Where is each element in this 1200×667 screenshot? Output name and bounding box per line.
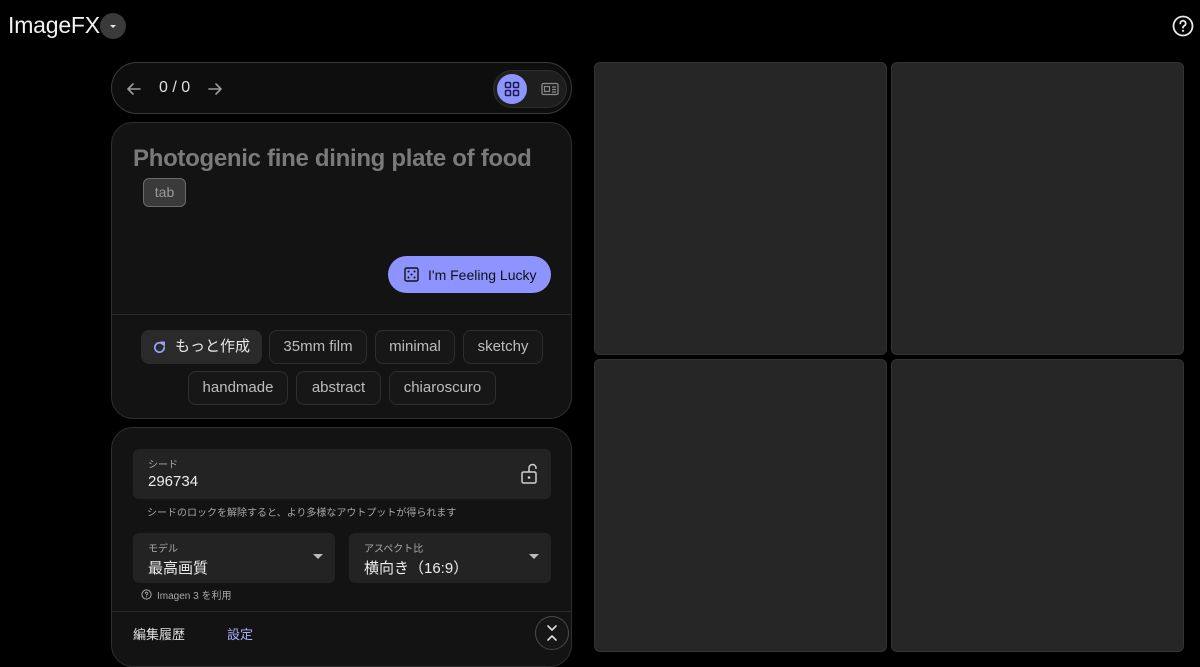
model-value: 最高画質 — [148, 560, 209, 577]
settings-tab[interactable]: 設定 — [227, 624, 253, 643]
refresh-icon — [154, 341, 166, 353]
seed-label: シード — [148, 460, 178, 471]
image-placeholder[interactable] — [891, 62, 1184, 355]
result-navigation: 0 / 0 — [111, 62, 572, 114]
divider — [112, 314, 571, 315]
model-label: モデル — [148, 544, 178, 555]
dropdown-caret-icon — [313, 554, 323, 559]
unlock-icon[interactable] — [520, 463, 538, 485]
feeling-lucky-label: I'm Feeling Lucky — [428, 266, 537, 283]
single-view-icon — [541, 82, 559, 96]
more-suggestions-chip[interactable]: もっと作成 — [141, 330, 262, 364]
app-title: ImageFX — [8, 12, 100, 38]
settings-card: シード 296734 シードのロックを解除すると、より多様なアウトプットが得られ… — [111, 427, 572, 667]
feeling-lucky-button[interactable]: I'm Feeling Lucky — [388, 256, 551, 293]
seed-field[interactable]: シード 296734 — [133, 449, 551, 499]
arrow-left-icon — [127, 83, 141, 95]
chip-sketchy[interactable]: sketchy — [463, 330, 543, 364]
seed-value: 296734 — [148, 473, 199, 490]
image-placeholder[interactable] — [594, 359, 887, 652]
help-button[interactable] — [1171, 14, 1195, 38]
arrow-right-icon — [208, 83, 222, 95]
help-icon — [1172, 15, 1194, 37]
tab-key-hint: tab — [143, 178, 186, 207]
view-toggle — [493, 70, 567, 108]
prompt-input[interactable]: Photogenic fine dining plate of food — [133, 145, 532, 173]
edit-history-tab[interactable]: 編集履歴 — [133, 624, 185, 643]
chevron-down-icon — [110, 25, 116, 28]
aspect-ratio-value: 横向き（16:9） — [364, 560, 469, 577]
single-view-button[interactable] — [535, 74, 565, 104]
aspect-ratio-label: アスペクト比 — [364, 544, 424, 555]
grid-view-button[interactable] — [497, 74, 527, 104]
image-placeholder[interactable] — [594, 62, 887, 355]
model-select[interactable]: モデル 最高画質 — [133, 533, 335, 583]
dropdown-caret-icon — [529, 554, 539, 559]
model-hint: Imagen 3 を利用 — [141, 587, 231, 602]
model-hint-text: Imagen 3 を利用 — [157, 591, 232, 602]
app-menu-button[interactable] — [100, 13, 126, 39]
chip-35mm-film[interactable]: 35mm film — [269, 330, 367, 364]
dice-icon — [404, 267, 419, 282]
divider — [112, 611, 571, 612]
seed-hint: シードのロックを解除すると、より多様なアウトプットが得られます — [147, 508, 457, 519]
chip-minimal[interactable]: minimal — [375, 330, 455, 364]
grid-view-icon — [504, 81, 520, 97]
next-button[interactable] — [205, 79, 225, 99]
collapse-icon — [547, 625, 557, 641]
chip-abstract[interactable]: abstract — [296, 371, 381, 405]
aspect-ratio-select[interactable]: アスペクト比 横向き（16:9） — [349, 533, 551, 583]
previous-button[interactable] — [124, 79, 144, 99]
top-bar: ImageFX — [0, 0, 1200, 52]
chip-chiaroscuro[interactable]: chiaroscuro — [389, 371, 496, 405]
chip-handmade[interactable]: handmade — [188, 371, 288, 405]
collapse-button[interactable] — [535, 616, 569, 650]
more-suggestions-label: もっと作成 — [175, 338, 251, 355]
prompt-card: Photogenic fine dining plate of food tab… — [111, 122, 572, 419]
help-icon — [141, 589, 152, 600]
page-counter: 0 / 0 — [159, 79, 191, 96]
image-placeholder[interactable] — [891, 359, 1184, 652]
